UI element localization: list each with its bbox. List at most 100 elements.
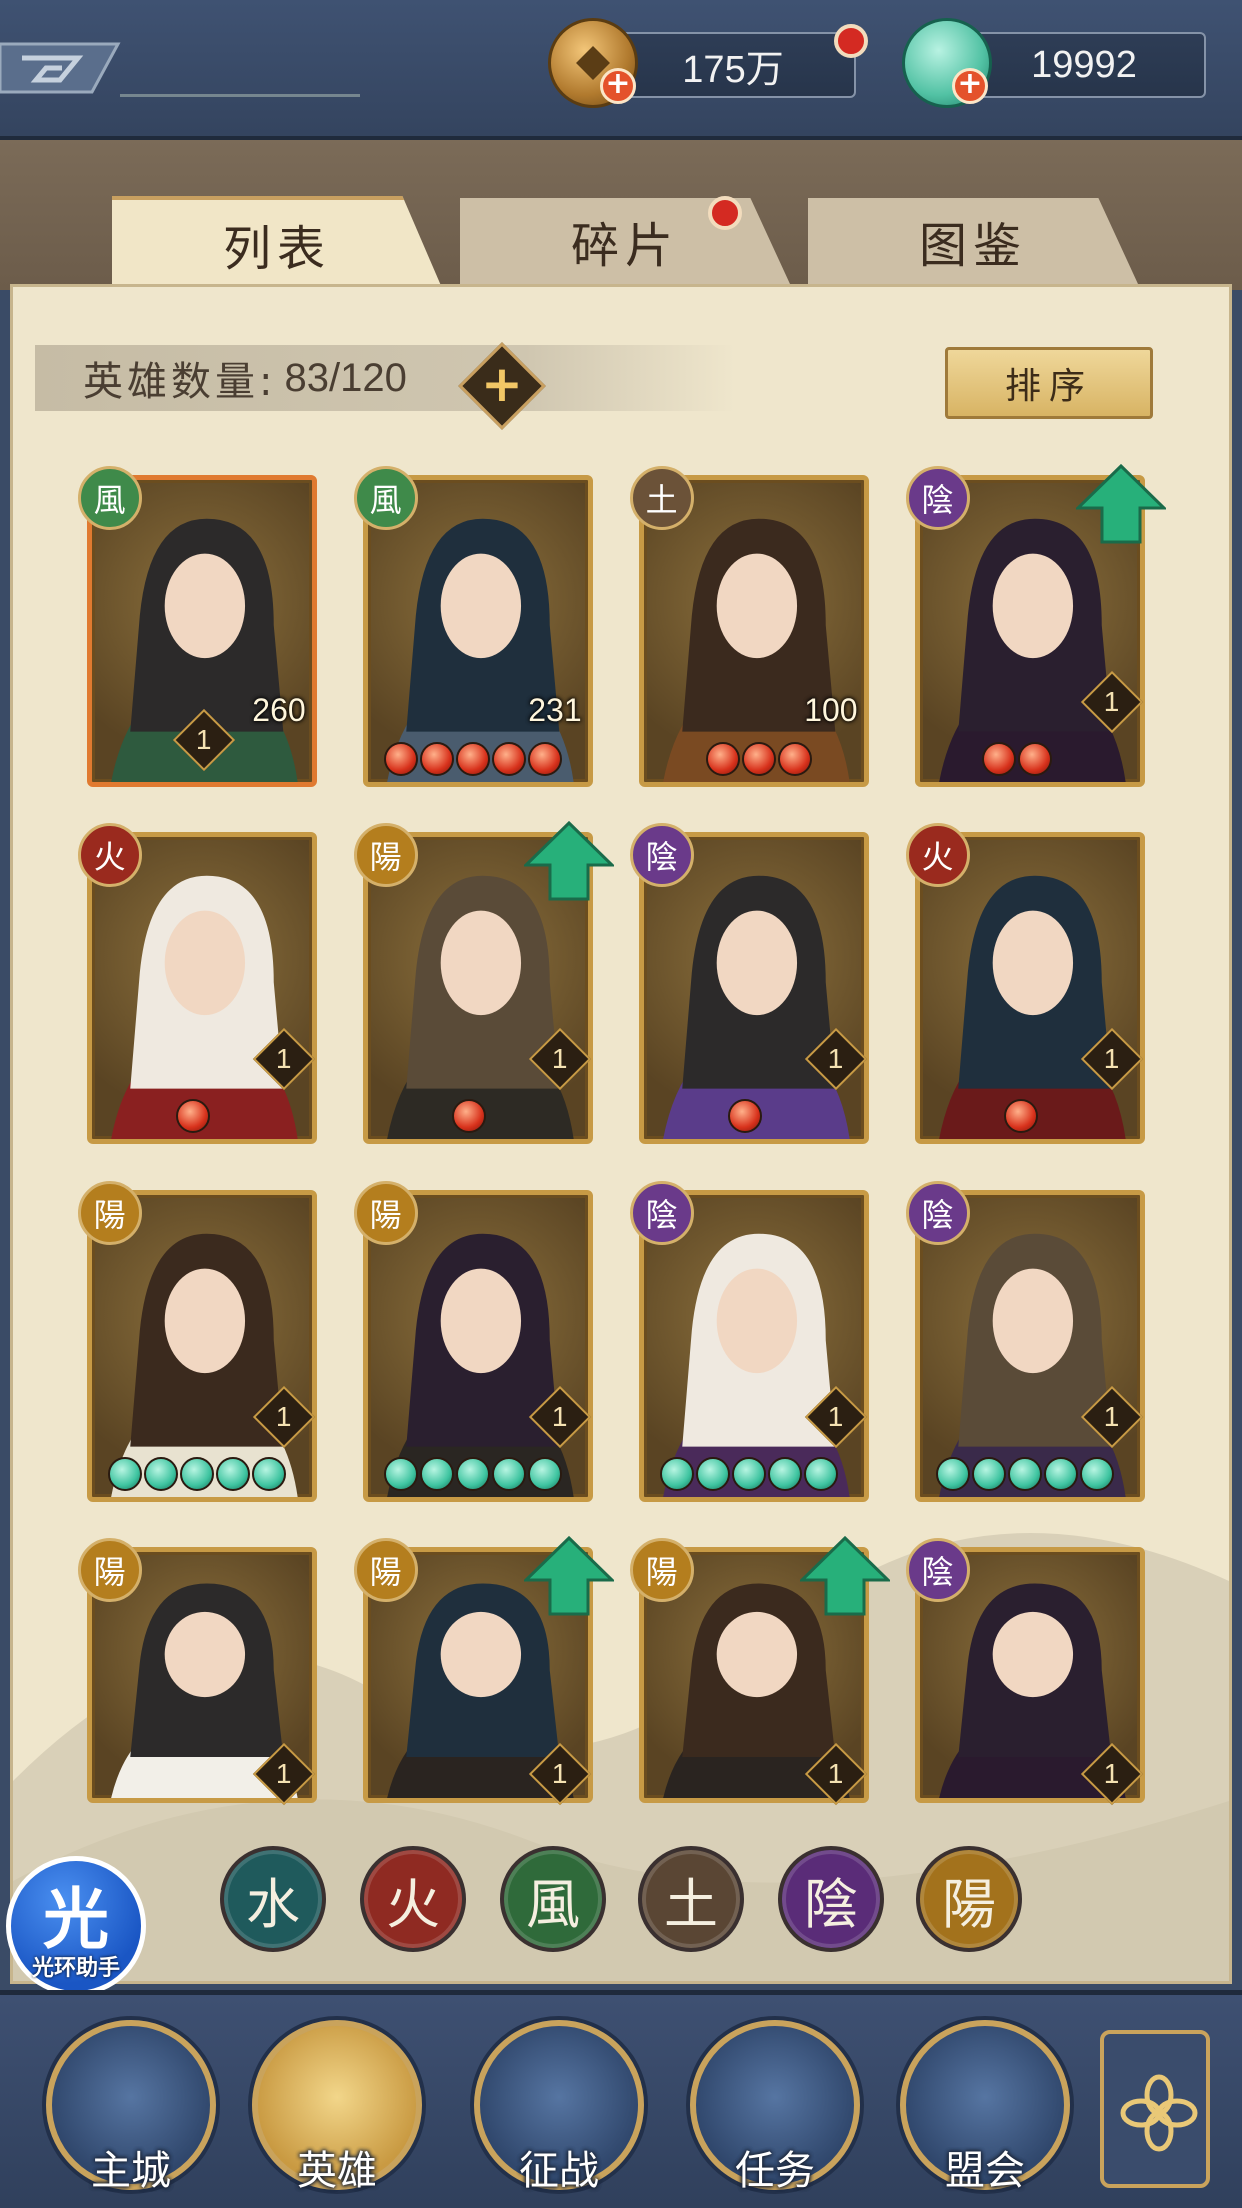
hero-card[interactable]: 土 100 bbox=[629, 465, 869, 787]
element-badge: 火 bbox=[77, 823, 142, 888]
more-menu-button[interactable] bbox=[1100, 2030, 1210, 2188]
hero-level: 1 bbox=[827, 1758, 844, 1790]
filter-earth[interactable]: 土 bbox=[638, 1846, 744, 1952]
hero-level: 1 bbox=[551, 1043, 568, 1075]
star-gem bbox=[695, 1456, 730, 1491]
hero-level: 1 bbox=[1103, 1043, 1120, 1075]
fragments-alert-dot bbox=[708, 196, 742, 230]
tab-list-label: 列表 bbox=[222, 221, 331, 277]
star-row bbox=[383, 741, 562, 776]
star-gem bbox=[383, 1456, 418, 1491]
coin-value: 175万 bbox=[682, 48, 784, 91]
star-gem bbox=[727, 1099, 762, 1134]
helper-label: 光环助手 bbox=[31, 1956, 120, 1981]
nav-label: 盟会 bbox=[945, 2148, 1025, 2194]
tab-list[interactable]: 列表 bbox=[112, 196, 442, 288]
hero-card[interactable]: 陽1 bbox=[353, 1536, 614, 1806]
star-gem bbox=[527, 1456, 562, 1491]
hero-card[interactable]: 陽1 bbox=[629, 1536, 890, 1806]
coin-counter[interactable]: 175万 bbox=[610, 32, 856, 98]
star-gem bbox=[175, 1099, 210, 1134]
hero-card[interactable]: 陽1 bbox=[353, 1180, 593, 1502]
hero-level: 1 bbox=[275, 1758, 292, 1790]
upgrade-arrow-icon bbox=[799, 1536, 890, 1616]
star-gem bbox=[1007, 1456, 1042, 1491]
filter-fire[interactable]: 火 bbox=[360, 1846, 466, 1952]
hero-level: 1 bbox=[275, 1400, 292, 1432]
hero-grid: 風 260 1 風 231 土 100 陰 1 火 1 陽 1 陰 1 火 1 陽 1 陽 1 陰 1 陰 1 陽 1 陽 1 陽 1 陰 1 bbox=[13, 287, 1229, 1807]
hero-card[interactable]: 火1 bbox=[905, 823, 1145, 1145]
hero-card[interactable]: 陰1 bbox=[905, 1538, 1145, 1806]
back-logo-icon[interactable] bbox=[0, 36, 130, 100]
star-gem bbox=[1017, 741, 1052, 776]
hero-card[interactable]: 陰1 bbox=[629, 823, 869, 1145]
jade-value: 19992 bbox=[1031, 43, 1137, 86]
hero-power: 100 bbox=[804, 691, 858, 728]
nav-label: 英雄 bbox=[297, 2148, 377, 2194]
nav-label: 主城 bbox=[91, 2148, 171, 2194]
hero-card[interactable]: 陽1 bbox=[77, 1180, 317, 1502]
star-row bbox=[935, 1456, 1114, 1491]
hero-card[interactable]: 陰1 bbox=[905, 463, 1166, 787]
star-gem bbox=[935, 1456, 970, 1491]
hero-list-panel: 英雄数量: 83/120 + 排序 風 260 1 風 231 土 100 陰 1 火 1 陽 1 陰 1 火… bbox=[10, 284, 1232, 1984]
filter-yang[interactable]: 陽 bbox=[916, 1846, 1022, 1952]
element-badge: 陰 bbox=[905, 1180, 970, 1245]
add-coin-button[interactable]: + bbox=[600, 68, 636, 104]
star-gem bbox=[455, 741, 490, 776]
star-gem bbox=[803, 1456, 838, 1491]
hero-card[interactable]: 陽1 bbox=[77, 1538, 317, 1806]
element-badge: 陽 bbox=[353, 1538, 418, 1603]
star-row bbox=[107, 1456, 286, 1491]
star-gem bbox=[1043, 1456, 1078, 1491]
hero-card[interactable]: 陽1 bbox=[353, 821, 614, 1145]
star-gem bbox=[455, 1456, 490, 1491]
star-gem bbox=[215, 1456, 250, 1491]
element-badge: 風 bbox=[353, 465, 418, 530]
star-gem bbox=[777, 741, 812, 776]
filter-wind[interactable]: 風 bbox=[500, 1846, 606, 1952]
filter-yin[interactable]: 陰 bbox=[778, 1846, 884, 1952]
tab-fragments-label: 碎片 bbox=[570, 218, 679, 274]
hero-card[interactable]: 風 260 1 bbox=[77, 465, 317, 787]
element-badge: 火 bbox=[905, 823, 970, 888]
tab-atlas[interactable]: 图鉴 bbox=[808, 198, 1138, 284]
star-gem bbox=[971, 1456, 1006, 1491]
coin-alert-dot bbox=[834, 24, 868, 58]
star-gem bbox=[1079, 1456, 1114, 1491]
element-filter-row: 水火風土陰陽 bbox=[0, 1840, 1242, 1960]
element-badge: 陽 bbox=[353, 1180, 418, 1245]
add-jade-button[interactable]: + bbox=[952, 68, 988, 104]
star-row bbox=[981, 741, 1052, 776]
star-gem bbox=[107, 1456, 142, 1491]
star-gem bbox=[491, 741, 526, 776]
hero-card[interactable]: 陰1 bbox=[629, 1180, 869, 1502]
hero-level: 1 bbox=[1103, 1758, 1120, 1790]
star-gem bbox=[419, 741, 454, 776]
hero-card[interactable]: 風 231 bbox=[353, 465, 593, 787]
jade-counter[interactable]: 19992 bbox=[962, 32, 1206, 98]
hero-level: 1 bbox=[551, 1400, 568, 1432]
helper-glyph: 光 bbox=[43, 1881, 109, 1958]
element-badge: 陰 bbox=[905, 1538, 970, 1603]
hero-level: 1 bbox=[827, 1043, 844, 1075]
upgrade-arrow-icon bbox=[1075, 463, 1166, 544]
flower-menu-icon bbox=[1120, 2074, 1198, 2152]
hero-power: 260 bbox=[252, 691, 306, 728]
filter-water[interactable]: 水 bbox=[220, 1846, 326, 1952]
star-gem bbox=[179, 1456, 214, 1491]
hero-card[interactable]: 火1 bbox=[77, 823, 317, 1145]
star-gem bbox=[451, 1099, 486, 1134]
element-badge: 陽 bbox=[77, 1538, 142, 1603]
star-row bbox=[175, 1099, 210, 1134]
element-badge: 土 bbox=[629, 465, 694, 530]
element-badge: 陽 bbox=[353, 823, 418, 888]
star-gem bbox=[741, 741, 776, 776]
hero-level: 1 bbox=[827, 1400, 844, 1432]
star-gem bbox=[419, 1456, 454, 1491]
star-gem bbox=[705, 741, 740, 776]
hero-card[interactable]: 陰1 bbox=[905, 1180, 1145, 1502]
star-row bbox=[1003, 1099, 1038, 1134]
star-row bbox=[727, 1099, 762, 1134]
star-row bbox=[383, 1456, 562, 1491]
